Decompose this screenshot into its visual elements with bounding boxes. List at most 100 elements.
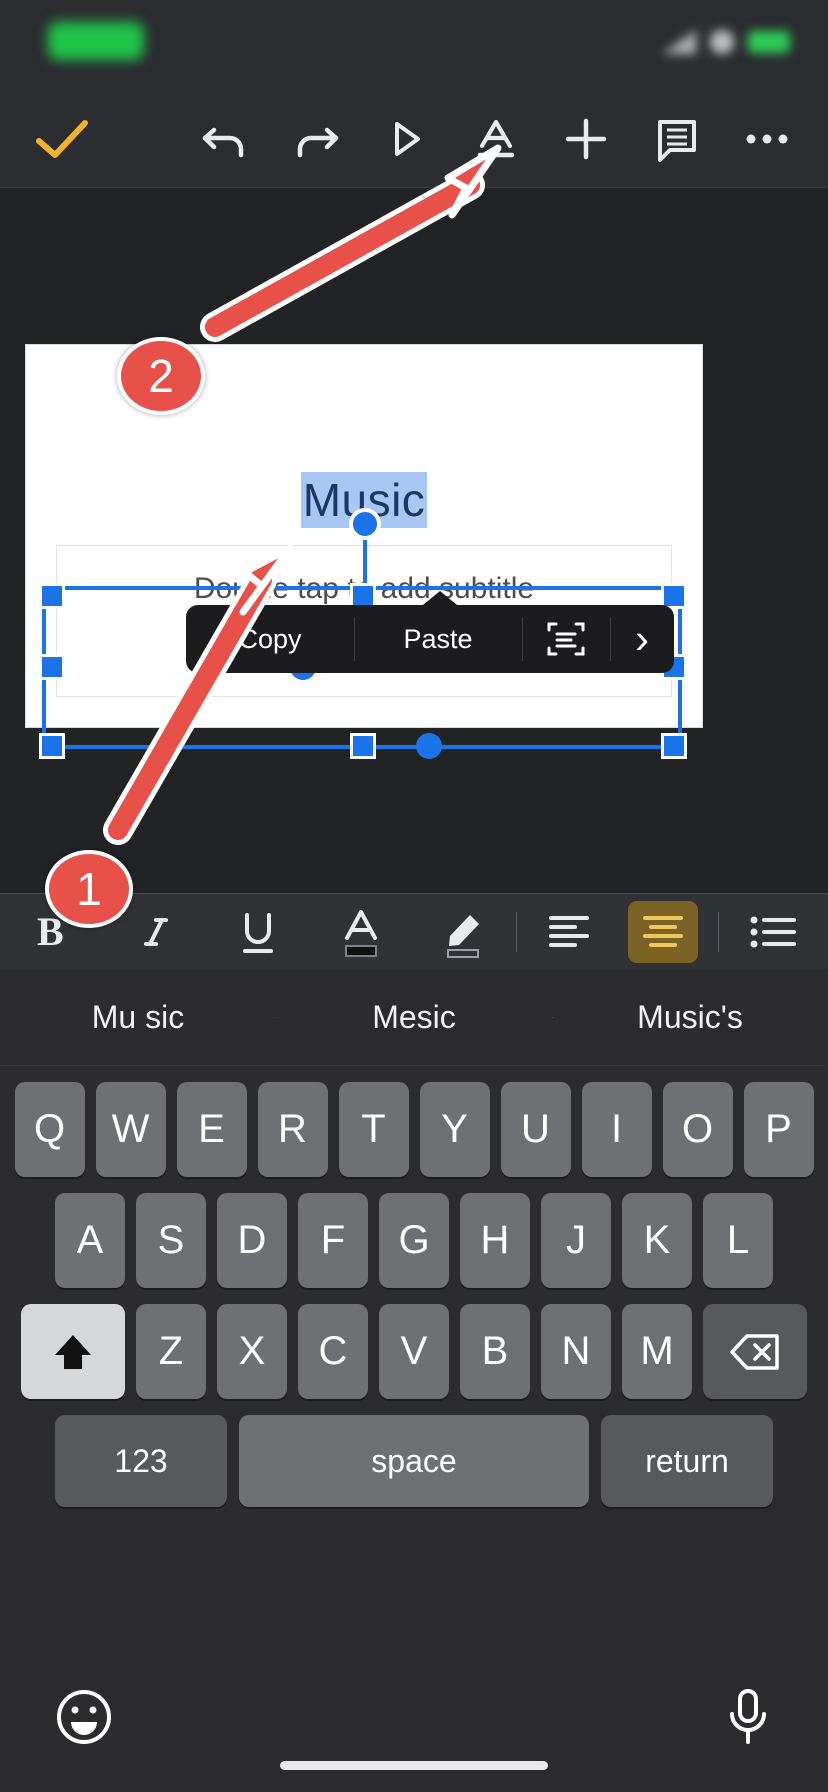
annotation-badge-2: 2 (117, 337, 205, 415)
comment-icon (657, 119, 696, 162)
key-s[interactable]: S (136, 1193, 206, 1288)
resize-handle-bottom-right[interactable] (661, 733, 687, 759)
key-p[interactable]: P (743, 1082, 814, 1177)
key-o[interactable]: O (662, 1082, 733, 1177)
text-color-button[interactable] (310, 894, 413, 971)
return-key[interactable]: return (601, 1415, 773, 1507)
key-j[interactable]: J (541, 1193, 611, 1288)
key-t[interactable]: T (338, 1082, 409, 1177)
key-v[interactable]: V (379, 1304, 449, 1399)
text-context-menu: Copy Paste › (186, 605, 674, 673)
suggestion-item-3[interactable]: Music's (552, 999, 828, 1036)
align-center-button[interactable] (628, 901, 698, 963)
undo-icon (203, 127, 244, 157)
scan-text-menu-item[interactable] (522, 605, 610, 673)
phone-screen: Double tap to add subtitle Music Copy Pa… (0, 0, 828, 1792)
carrier-badge (48, 22, 144, 60)
key-a[interactable]: A (55, 1193, 125, 1288)
key-i[interactable]: I (581, 1082, 652, 1177)
bulleted-list-icon (750, 916, 797, 948)
suggestion-item-2[interactable]: Mesic (276, 999, 552, 1036)
rotation-handle[interactable] (349, 508, 381, 540)
copy-menu-item[interactable]: Copy (186, 605, 354, 673)
editor-toolbar (0, 90, 828, 188)
italic-icon (143, 918, 168, 946)
check-icon (36, 119, 89, 158)
key-n[interactable]: N (541, 1304, 611, 1399)
key-h[interactable]: H (460, 1193, 530, 1288)
text-format-a-icon (477, 119, 515, 157)
emoji-key[interactable] (54, 1687, 114, 1747)
numbers-key[interactable]: 123 (55, 1415, 227, 1507)
resize-handle-top-left[interactable] (39, 583, 65, 609)
present-button[interactable] (361, 90, 451, 188)
key-g[interactable]: G (379, 1193, 449, 1288)
insert-button[interactable] (541, 90, 631, 188)
keyboard-row-3: Z X C V B N M (0, 1304, 828, 1399)
signal-icon (662, 30, 696, 54)
key-b[interactable]: B (460, 1304, 530, 1399)
paste-menu-item[interactable]: Paste (354, 605, 522, 673)
undo-button[interactable] (180, 90, 270, 188)
backspace-key[interactable] (703, 1304, 807, 1399)
onscreen-keyboard: Mu sic Mesic Music's Q W E R T Y U I O P… (0, 970, 828, 1792)
emoji-icon (57, 1690, 111, 1744)
autocorrect-suggestion-bar: Mu sic Mesic Music's (0, 970, 828, 1066)
text-color-a-icon (345, 910, 378, 957)
annotation-badge-1: 1 (45, 850, 133, 928)
highlighter-icon (447, 915, 480, 958)
align-left-button[interactable] (517, 894, 620, 971)
context-menu-next-button[interactable]: › (610, 605, 674, 673)
comment-button[interactable] (631, 90, 721, 188)
redo-button[interactable] (270, 90, 360, 188)
shift-key[interactable] (21, 1304, 125, 1399)
plus-icon (566, 118, 607, 159)
resize-handle-bottom-left[interactable] (39, 733, 65, 759)
key-f[interactable]: F (298, 1193, 368, 1288)
highlight-button[interactable] (413, 894, 516, 971)
align-center-icon (643, 916, 684, 947)
more-options-button[interactable] (722, 90, 812, 188)
underline-button[interactable] (206, 894, 309, 971)
text-format-button[interactable] (451, 90, 541, 188)
play-icon (394, 121, 420, 156)
dictation-key[interactable] (722, 1686, 774, 1748)
wifi-icon (710, 30, 734, 54)
ellipsis-icon (746, 134, 788, 143)
key-z[interactable]: Z (136, 1304, 206, 1399)
shift-icon (55, 1334, 91, 1369)
key-c[interactable]: C (298, 1304, 368, 1399)
text-selection-end-grip[interactable] (416, 733, 442, 759)
key-l[interactable]: L (703, 1193, 773, 1288)
underline-icon (243, 913, 274, 953)
keyboard-row-2: A S D F G H J K L (0, 1193, 828, 1288)
keyboard-row-1: Q W E R T Y U I O P (0, 1082, 828, 1177)
accept-button[interactable] (0, 90, 124, 188)
key-m[interactable]: M (622, 1304, 692, 1399)
redo-icon (297, 127, 338, 157)
key-k[interactable]: K (622, 1193, 692, 1288)
resize-handle-bottom-center[interactable] (350, 733, 376, 759)
microphone-icon (730, 1689, 766, 1744)
suggestion-item-1[interactable]: Mu sic (0, 999, 276, 1036)
key-w[interactable]: W (95, 1082, 166, 1177)
backspace-icon (730, 1333, 779, 1370)
status-bar (0, 0, 828, 90)
home-indicator (280, 1761, 548, 1770)
resize-handle-middle-left[interactable] (39, 654, 65, 680)
keyboard-row-4: 123 space return (0, 1415, 828, 1507)
key-d[interactable]: D (217, 1193, 287, 1288)
space-key[interactable]: space (239, 1415, 589, 1507)
bulleted-list-button[interactable] (719, 894, 828, 971)
key-u[interactable]: U (500, 1082, 571, 1177)
status-icons (610, 24, 790, 60)
battery-icon (748, 31, 790, 53)
align-left-icon (548, 916, 589, 947)
key-y[interactable]: Y (419, 1082, 490, 1177)
slide-canvas-area[interactable]: Double tap to add subtitle Music (0, 188, 828, 893)
key-q[interactable]: Q (14, 1082, 85, 1177)
key-e[interactable]: E (176, 1082, 247, 1177)
key-x[interactable]: X (217, 1304, 287, 1399)
key-r[interactable]: R (257, 1082, 328, 1177)
scan-text-icon (547, 622, 585, 656)
